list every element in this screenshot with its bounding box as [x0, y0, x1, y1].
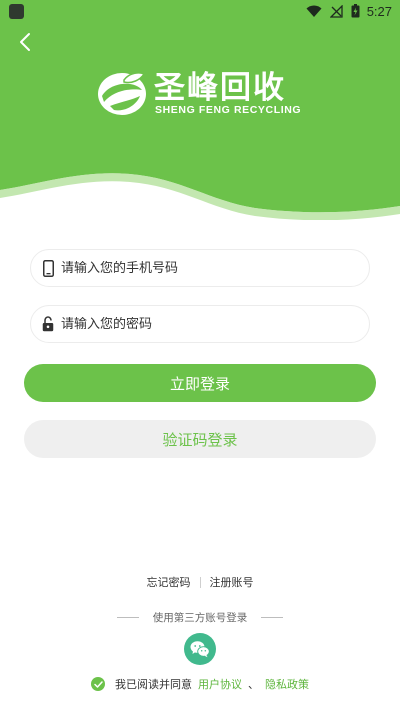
divider-line-left: [116, 617, 139, 618]
password-input[interactable]: [61, 316, 341, 332]
back-button[interactable]: [12, 28, 40, 56]
brand-name-cn: 圣峰回收: [154, 70, 286, 106]
phone-input[interactable]: [61, 260, 341, 276]
divider-line-right: [261, 617, 284, 618]
brand-name-en: SHENG FENG RECYCLING: [155, 104, 302, 116]
third-party-label: 使用第三方账号登录: [152, 612, 248, 624]
privacy-policy-link[interactable]: 隐私政策: [265, 676, 309, 692]
leaf-logo-icon: [98, 72, 146, 115]
check-icon: [93, 680, 103, 688]
wechat-login-button[interactable]: [184, 633, 216, 665]
chevron-left-icon: [20, 33, 30, 51]
login-button[interactable]: 立即登录: [24, 364, 376, 402]
user-agreement-link[interactable]: 用户协议: [198, 676, 242, 692]
lock-icon: [41, 315, 55, 333]
account-links: 忘记密码 注册账号: [0, 574, 400, 590]
register-link[interactable]: 注册账号: [210, 574, 254, 590]
status-bar: 5:27: [0, 0, 400, 24]
wechat-icon: [190, 641, 210, 658]
battery-charging-icon: [351, 4, 360, 18]
sms-login-button[interactable]: 验证码登录: [24, 420, 376, 458]
notification-icon: [9, 4, 24, 19]
third-party-login-divider: 使用第三方账号登录: [0, 610, 400, 625]
password-field[interactable]: [30, 305, 370, 343]
phone-icon: [41, 259, 55, 277]
agreement-separator: 、: [248, 678, 259, 691]
agreement-row: 我已阅读并同意 用户协议 、 隐私政策: [0, 676, 400, 692]
status-time: 5:27: [366, 4, 392, 19]
phone-field[interactable]: [30, 249, 370, 287]
agreement-prefix: 我已阅读并同意: [115, 678, 192, 691]
link-divider: [199, 576, 201, 588]
agree-checkbox[interactable]: [91, 677, 105, 691]
forgot-password-link[interactable]: 忘记密码: [147, 574, 191, 590]
signal-off-icon: [330, 4, 343, 18]
status-icons: [306, 4, 360, 18]
wifi-icon: [306, 5, 322, 17]
brand-logo: 圣峰回收 SHENG FENG RECYCLING: [96, 62, 316, 122]
